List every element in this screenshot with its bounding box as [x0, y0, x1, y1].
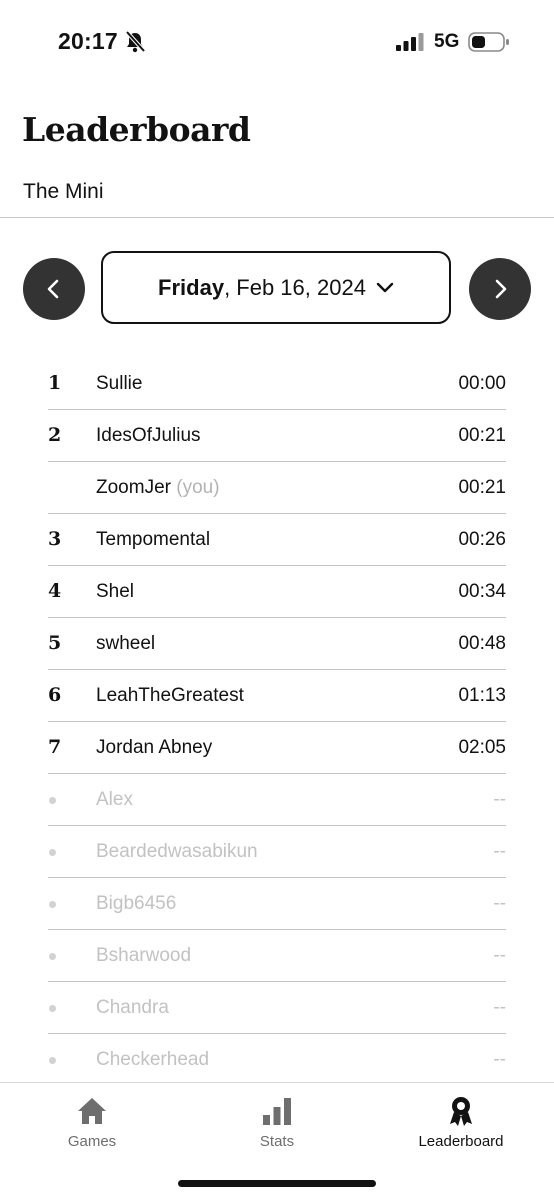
player-time: 01:13	[458, 685, 506, 706]
rank: 4	[48, 580, 62, 602]
header-divider	[0, 217, 554, 218]
leaderboard-row-unsolved[interactable]: Beardedwasabikun --	[48, 826, 506, 878]
unranked-dot	[49, 849, 56, 856]
player-time: --	[493, 841, 506, 862]
player-time: 00:21	[458, 425, 506, 446]
player-time: 00:34	[458, 581, 506, 602]
player-time: --	[493, 945, 506, 966]
player-name: Beardedwasabikun	[96, 841, 258, 862]
signal-icon	[396, 33, 424, 51]
player-time: --	[493, 789, 506, 810]
leaderboard-row[interactable]: 3 Tempomental 00:26	[48, 514, 506, 566]
rank: 7	[48, 736, 62, 758]
leaderboard-row[interactable]: 5 swheel 00:48	[48, 618, 506, 670]
leaderboard-row-unsolved[interactable]: Bsharwood --	[48, 930, 506, 982]
player-time: --	[493, 1049, 506, 1070]
player-name: LeahTheGreatest	[96, 685, 244, 706]
bell-muted-icon	[125, 30, 146, 53]
unranked-dot	[49, 797, 56, 804]
player-time: 02:05	[458, 737, 506, 758]
player-name: Shel	[96, 581, 135, 602]
home-icon	[78, 1098, 106, 1124]
leaderboard-row[interactable]: 2 IdesOfJulius 00:21	[48, 410, 506, 462]
page-subtitle: The Mini	[23, 180, 104, 203]
leaderboard-row-unsolved[interactable]: Checkerhead --	[48, 1034, 506, 1086]
leaderboard-row-unsolved[interactable]: Chandra --	[48, 982, 506, 1034]
player-time: --	[493, 997, 506, 1018]
page-title: Leaderboard	[22, 110, 251, 149]
leaderboard-row-self[interactable]: ZoomJer (you) 00:21	[48, 462, 506, 514]
player-time: 00:48	[458, 633, 506, 654]
next-day-button[interactable]	[469, 258, 531, 320]
leaderboard-row-unsolved[interactable]: Alex --	[48, 774, 506, 826]
tab-leaderboard[interactable]: Leaderboard	[391, 1095, 531, 1150]
status-bar: 20:17 5G	[0, 0, 554, 84]
network-label: 5G	[434, 31, 460, 52]
rank: 2	[48, 424, 62, 446]
date-selector[interactable]: Friday , Feb 16, 2024	[101, 251, 451, 324]
rank: 1	[48, 372, 62, 394]
leaderboard-row[interactable]: 6 LeahTheGreatest 01:13	[48, 670, 506, 722]
player-name: Chandra	[96, 997, 169, 1018]
rank: 3	[48, 528, 62, 550]
player-time: 00:00	[458, 373, 506, 394]
tab-label: Leaderboard	[418, 1133, 504, 1150]
player-name: Tempomental	[96, 529, 211, 550]
leaderboard-row[interactable]: 4 Shel 00:34	[48, 566, 506, 618]
player-time: 00:21	[458, 477, 506, 498]
leaderboard-row[interactable]: 7 Jordan Abney 02:05	[48, 722, 506, 774]
battery-icon	[468, 32, 509, 52]
player-name-self: ZoomJer (you)	[96, 477, 220, 499]
rank: 6	[48, 684, 62, 706]
player-name: IdesOfJulius	[96, 425, 201, 446]
bar-chart-icon	[263, 1098, 291, 1125]
tab-label: Stats	[259, 1133, 295, 1150]
tab-label: Games	[67, 1133, 117, 1150]
unranked-dot	[49, 901, 56, 908]
rank: 5	[48, 632, 62, 654]
leaderboard-row[interactable]: 1 Sullie 00:00	[48, 358, 506, 410]
player-name: Checkerhead	[96, 1049, 210, 1070]
tab-stats[interactable]: Stats	[207, 1095, 347, 1150]
player-name-text: ZoomJer	[96, 477, 171, 498]
you-tag: (you)	[176, 477, 220, 498]
player-name: Jordan Abney	[96, 737, 213, 758]
player-time: --	[493, 893, 506, 914]
player-name: Alex	[96, 789, 133, 810]
player-name: Bigb6456	[96, 893, 177, 914]
award-ribbon-icon	[450, 1097, 472, 1126]
date-day: Friday	[158, 274, 225, 300]
unranked-dot	[49, 1057, 56, 1064]
unranked-dot	[49, 1005, 56, 1012]
home-indicator[interactable]	[178, 1180, 376, 1187]
player-time: 00:26	[458, 529, 506, 550]
unranked-dot	[49, 953, 56, 960]
date-rest: , Feb 16, 2024	[224, 274, 366, 300]
previous-day-button[interactable]	[23, 258, 85, 320]
player-name: Sullie	[96, 373, 143, 394]
player-name: Bsharwood	[96, 945, 192, 966]
leaderboard-list: 1 Sullie 00:00 2 IdesOfJulius 00:21 Zoom…	[48, 358, 506, 1086]
chevron-right-icon	[495, 279, 507, 299]
leaderboard-row-unsolved[interactable]: Bigb6456 --	[48, 878, 506, 930]
chevron-left-icon	[47, 279, 59, 299]
player-name: swheel	[96, 633, 156, 654]
status-time: 20:17	[58, 28, 118, 54]
chevron-down-icon	[376, 282, 394, 292]
tab-games[interactable]: Games	[22, 1095, 162, 1150]
